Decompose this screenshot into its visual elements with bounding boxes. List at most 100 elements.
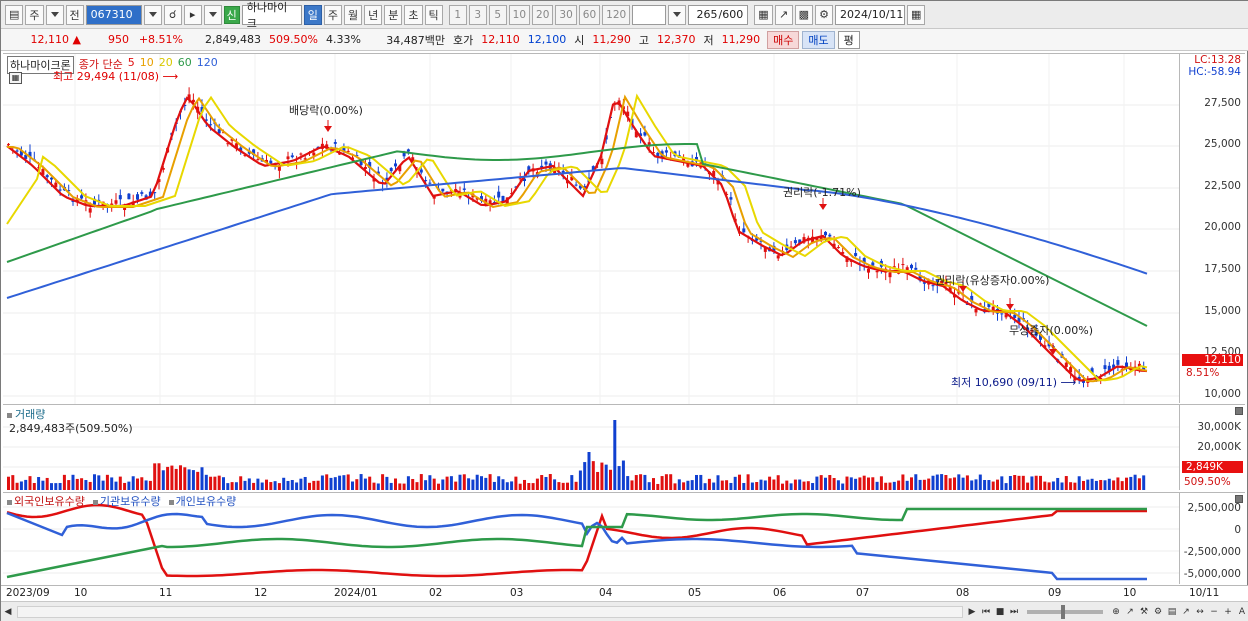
maximize-icon[interactable]	[1235, 407, 1243, 415]
y-tick: 17,500	[1204, 263, 1241, 275]
period-year-button[interactable]: 년	[364, 4, 383, 25]
zoom-in-icon[interactable]: +	[1221, 605, 1235, 619]
zoom-slider[interactable]	[1027, 604, 1103, 619]
volume-plot[interactable]	[3, 405, 1181, 490]
volume-bar	[940, 474, 944, 490]
period-day-button[interactable]: 일	[303, 4, 322, 25]
interval-custom-input[interactable]	[632, 4, 667, 25]
volume-bar	[282, 477, 286, 490]
save-icon[interactable]: ▩	[794, 4, 814, 25]
volume-bar	[591, 461, 595, 490]
interval-20-button[interactable]: 20	[532, 4, 554, 25]
scroll-left-icon[interactable]: ◀	[1, 605, 15, 619]
settings-icon[interactable]: ⚙	[1151, 605, 1165, 619]
prev-button[interactable]: 전	[65, 4, 84, 25]
interval-60-button[interactable]: 60	[578, 4, 601, 25]
draw-icon[interactable]: ↗	[1123, 605, 1137, 619]
crosshair-icon[interactable]: ⊕	[1109, 605, 1123, 619]
stop-icon[interactable]: ■	[993, 605, 1007, 619]
stock-code-input[interactable]: 067310	[85, 4, 142, 25]
buy-button[interactable]: 매수	[767, 30, 800, 49]
fit-icon[interactable]: ↔	[1193, 605, 1207, 619]
volume-bar	[815, 476, 819, 490]
candle	[836, 245, 840, 249]
candle	[901, 257, 905, 271]
last-volume-pct: 509.50%	[1184, 476, 1231, 488]
volume-bar	[557, 482, 561, 490]
period-button[interactable]: 주	[25, 4, 44, 25]
tool-icon[interactable]: ⚒	[1137, 605, 1151, 619]
period-second-button[interactable]: 초	[404, 4, 423, 25]
trend-icon[interactable]: ↗	[1179, 605, 1193, 619]
price-axis[interactable]: LC:13.28 HC:-58.94 27,500 25,000 22,500 …	[1179, 54, 1245, 403]
copy-icon[interactable]: ▤	[1165, 605, 1179, 619]
price-panel[interactable]: 하나마이크론 종가 단순 5 10 20 60 120 ▦ 최고 29,494 …	[3, 53, 1245, 404]
volume-bar	[561, 482, 565, 490]
interval-dropdown-icon[interactable]	[668, 4, 687, 25]
count-field[interactable]: 265/600	[688, 4, 749, 25]
investor-panel[interactable]: 외국인보유수량 기관보유수량 개인보유수량 2,500,000 0 -2,500…	[3, 492, 1245, 584]
dropdown-icon[interactable]	[45, 4, 64, 25]
chart-type-icon[interactable]: ▦	[754, 4, 773, 25]
window-menu-icon[interactable]: ▤	[5, 4, 24, 25]
investor-legend: 외국인보유수량 기관보유수량 개인보유수량	[7, 493, 236, 509]
candle	[1000, 313, 1004, 321]
last-icon[interactable]: ⏭	[1007, 605, 1021, 619]
interval-10-button[interactable]: 10	[508, 4, 531, 25]
x-label: 09	[1048, 587, 1062, 599]
calendar-icon[interactable]: ▦	[907, 4, 926, 25]
volume-bar	[114, 481, 118, 490]
search-icon[interactable]: ☌	[163, 4, 182, 25]
sell-button[interactable]: 매도	[802, 30, 835, 49]
volume-bar	[247, 478, 251, 490]
investor-axis[interactable]: 2,500,000 0 -2,500,000 -5,000,000	[1179, 493, 1245, 584]
volume-bar	[1056, 477, 1060, 490]
volume-bar	[832, 478, 836, 490]
date-field[interactable]: 2024/10/11	[835, 4, 906, 25]
period-minute-button[interactable]: 분	[384, 4, 403, 25]
interval-3-button[interactable]: 3	[468, 4, 487, 25]
volume-bar	[695, 474, 698, 490]
volume-bar	[845, 476, 849, 490]
change-value: 950	[108, 33, 129, 46]
legend-swatch	[92, 499, 98, 505]
period-month-button[interactable]: 월	[344, 4, 363, 25]
volume-bar	[24, 479, 28, 490]
volume-bar	[703, 483, 707, 490]
chart-scrollbar[interactable]: ◀ ▶ ⏮ ■ ⏭ ⊕ ↗ ⚒ ⚙ ▤ ↗ ↔ − + A	[1, 601, 1248, 621]
volume-bar	[531, 483, 535, 490]
zoom-slider-thumb[interactable]	[1061, 604, 1065, 619]
code-dropdown-icon[interactable]	[143, 4, 162, 25]
volume-bar	[93, 474, 96, 490]
speaker-dropdown-icon[interactable]	[203, 4, 222, 25]
font-icon[interactable]: A	[1235, 605, 1248, 619]
scroll-right-icon[interactable]: ▶	[965, 605, 979, 619]
interval-30-button[interactable]: 30	[555, 4, 577, 25]
volume-bar	[7, 476, 10, 490]
volume-bar	[514, 476, 518, 490]
grid-toggle-icon[interactable]: ▦	[9, 72, 22, 84]
scroll-track[interactable]	[17, 605, 963, 618]
volume-bar	[841, 483, 845, 490]
first-icon[interactable]: ⏮	[979, 605, 993, 619]
interval-5-button[interactable]: 5	[488, 4, 507, 25]
stock-name-field: 하나마이크	[241, 1, 302, 30]
zoom-icon[interactable]: ↗	[774, 4, 793, 25]
zoom-out-icon[interactable]: −	[1207, 605, 1221, 619]
price-plot[interactable]	[3, 54, 1181, 404]
period-week-button[interactable]: 주	[323, 4, 343, 25]
count-value: 265	[696, 8, 718, 21]
interval-1-button[interactable]: 1	[448, 4, 467, 25]
gear-icon[interactable]: ⚙	[815, 4, 834, 25]
volume-bar	[372, 482, 376, 490]
volume-bar	[884, 482, 888, 490]
interval-120-button[interactable]: 120	[602, 4, 631, 25]
volume-axis[interactable]: 30,000K 20,000K 2,849K 509.50%	[1179, 405, 1245, 490]
hc-value: HC:-58.94	[1188, 66, 1241, 78]
eval-button[interactable]: 평	[837, 30, 860, 49]
volume-bar	[690, 480, 694, 490]
volume-bar	[269, 482, 273, 490]
period-tick-button[interactable]: 틱	[424, 4, 443, 25]
volume-panel[interactable]: 거래량 2,849,483주(509.50%) 30,000K 20,000K …	[3, 404, 1245, 490]
speaker-icon[interactable]: ▸	[183, 4, 202, 25]
